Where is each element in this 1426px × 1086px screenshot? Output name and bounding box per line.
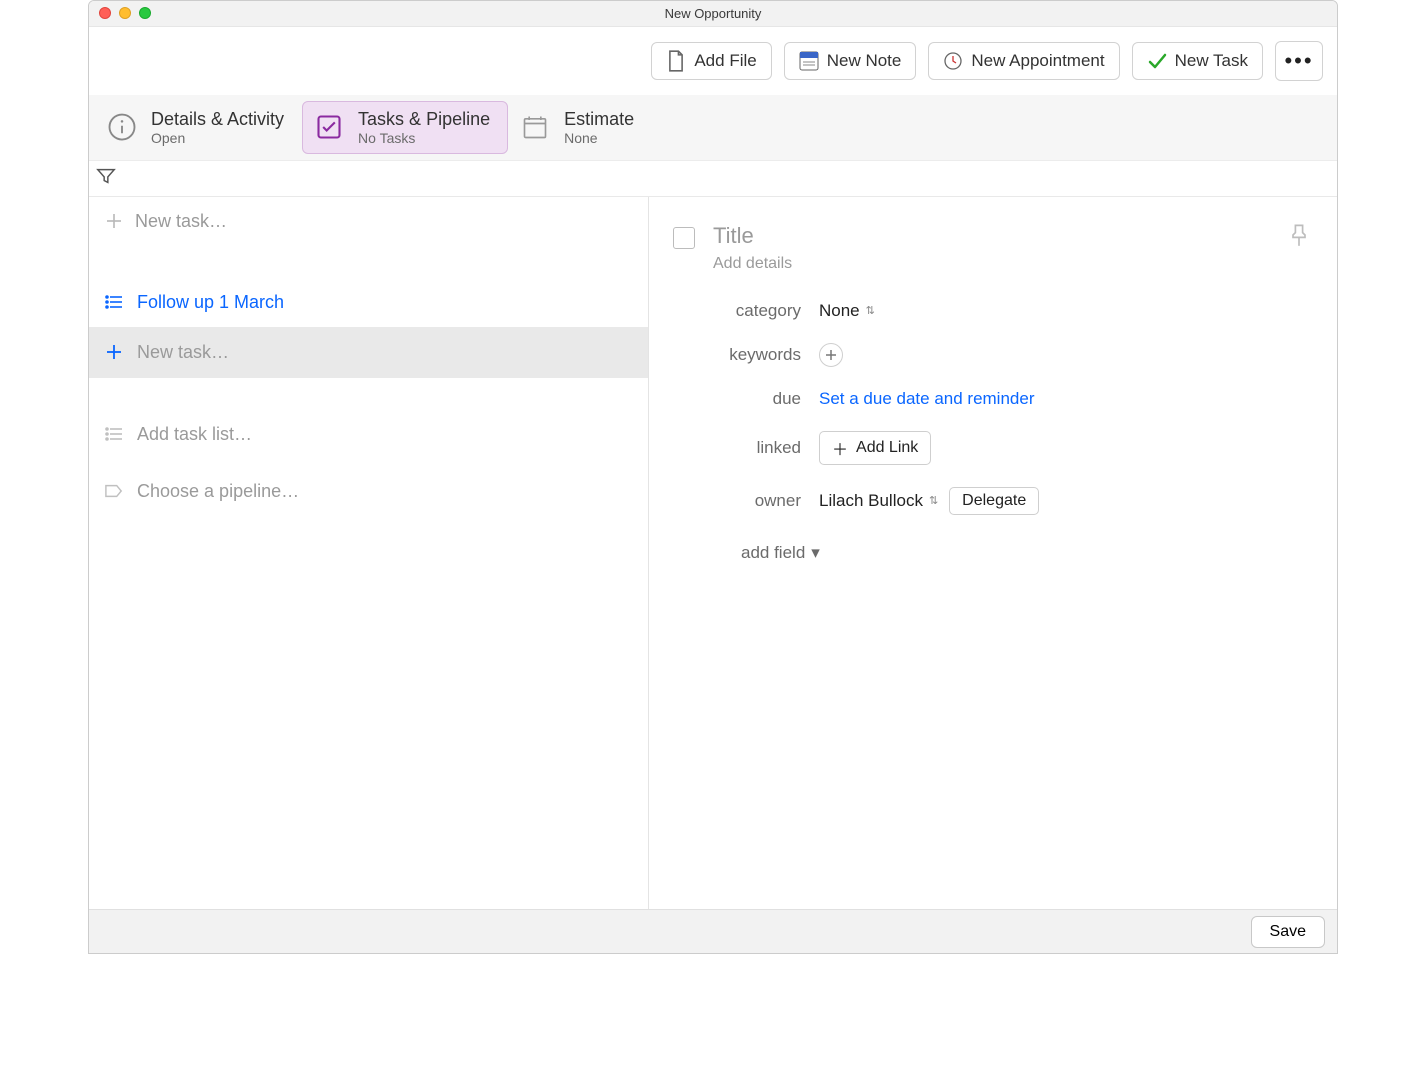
filter-icon[interactable] [95,165,117,191]
minimize-icon[interactable] [119,7,131,19]
new-task-label: New Task [1175,51,1248,71]
new-task-top-row[interactable]: New task… [89,197,648,246]
new-task-input[interactable] [135,341,632,364]
new-appointment-label: New Appointment [971,51,1104,71]
plus-icon: ＋ [832,436,848,460]
add-field-label: add field [741,543,805,563]
task-checkbox-icon [312,110,346,144]
tab-details-activity[interactable]: Details & Activity Open [95,101,302,154]
plus-icon [105,343,123,361]
new-task-input-row[interactable] [89,327,648,378]
new-task-button[interactable]: New Task [1132,42,1263,80]
list-icon [105,293,123,311]
file-icon [666,51,686,71]
section-tabs: Details & Activity Open Tasks & Pipeline… [89,95,1337,161]
category-label: category [673,301,801,321]
tab-tasks-pipeline[interactable]: Tasks & Pipeline No Tasks [302,101,508,154]
linked-label: linked [673,438,801,458]
owner-value: Lilach Bullock [819,491,923,511]
add-keyword-button[interactable] [819,343,843,367]
maximize-icon[interactable] [139,7,151,19]
clock-icon [943,51,963,71]
new-appointment-button[interactable]: New Appointment [928,42,1119,80]
note-icon [799,51,819,71]
tab-estimate[interactable]: Estimate None [508,101,652,154]
due-link[interactable]: Set a due date and reminder [819,389,1309,409]
add-link-button[interactable]: ＋ Add Link [819,431,931,465]
checkmark-icon [1147,51,1167,71]
choose-pipeline-row[interactable]: Choose a pipeline… [89,467,648,516]
add-file-button[interactable]: Add File [651,42,771,80]
main-split: New task… Follow up 1 March [89,197,1337,909]
category-select[interactable]: None ⇅ [819,301,1309,321]
title-bar: New Opportunity [89,1,1337,27]
task-detail-pane: Title Add details category None ⇅ keywor… [649,197,1337,909]
window-traffic-lights [99,7,151,19]
footer-bar: Save [89,909,1337,953]
add-file-label: Add File [694,51,756,71]
owner-select[interactable]: Lilach Bullock ⇅ [819,491,935,511]
add-link-label: Add Link [856,439,918,457]
opportunity-window: New Opportunity Add File New Note New Ap… [88,0,1338,954]
new-task-top-placeholder: New task… [135,211,227,232]
info-icon [105,110,139,144]
estimate-icon [518,110,552,144]
new-note-button[interactable]: New Note [784,42,917,80]
task-complete-checkbox[interactable] [673,227,695,249]
task-fields: category None ⇅ keywords due Set a due d… [673,301,1309,515]
delegate-label: Delegate [962,492,1026,510]
new-note-label: New Note [827,51,902,71]
task-list-header[interactable]: Follow up 1 March [89,278,648,327]
chevron-updown-icon: ⇅ [929,494,935,507]
task-subtitle-placeholder[interactable]: Add details [713,255,1271,273]
plus-icon [105,212,123,230]
task-list-name: Follow up 1 March [137,292,284,313]
tab-details-sub: Open [151,130,284,146]
keywords-label: keywords [673,345,801,365]
due-label: due [673,389,801,409]
add-task-list-placeholder: Add task list… [137,424,252,445]
close-icon[interactable] [99,7,111,19]
category-value: None [819,301,860,321]
pin-icon[interactable] [1289,223,1309,251]
tab-details-label: Details & Activity [151,109,284,130]
task-title-placeholder[interactable]: Title [713,223,1271,249]
add-field-button[interactable]: add field ▾ [741,543,820,563]
add-task-list-row[interactable]: Add task list… [89,410,648,459]
toolbar: Add File New Note New Appointment New Ta… [89,27,1337,95]
delegate-button[interactable]: Delegate [949,487,1039,515]
save-button[interactable]: Save [1251,916,1325,948]
filter-bar [89,161,1337,197]
window-title: New Opportunity [665,6,762,21]
tab-tasks-sub: No Tasks [358,130,490,146]
tag-icon [105,482,123,500]
owner-label: owner [673,491,801,511]
tab-estimate-sub: None [564,130,634,146]
choose-pipeline-placeholder: Choose a pipeline… [137,481,299,502]
more-actions-button[interactable]: ••• [1275,41,1323,81]
chevron-down-icon: ▾ [811,543,820,563]
chevron-updown-icon: ⇅ [866,304,872,317]
task-list-pane: New task… Follow up 1 March [89,197,649,909]
tab-estimate-label: Estimate [564,109,634,130]
ellipsis-icon: ••• [1284,48,1313,74]
list-icon [105,425,123,443]
detail-header: Title Add details [673,223,1309,273]
tab-tasks-label: Tasks & Pipeline [358,109,490,130]
